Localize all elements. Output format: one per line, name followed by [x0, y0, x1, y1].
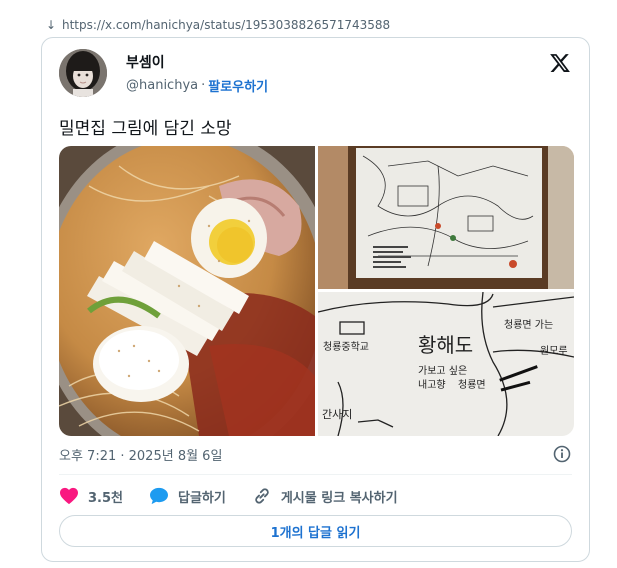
source-url-line: ↓ https://x.com/hanichya/status/19530388… [44, 16, 390, 34]
tweet-card: 부셈이 @hanichya · 팔로우하기 밀면집 그림에 담긴 소망 황해도 … [41, 37, 590, 562]
info-icon[interactable] [553, 445, 571, 463]
reply-bubble-icon [150, 487, 168, 505]
map-right-place-label: 청룡면 가는 [504, 319, 553, 331]
map-region-label: 황해도 [418, 333, 473, 357]
author-handle[interactable]: @hanichya [126, 78, 198, 93]
reply-button[interactable]: 답글하기 [149, 487, 226, 506]
tweet-timestamp[interactable]: 오후 7:21 · 2025년 8월 6일 [59, 445, 222, 464]
reply-label: 답글하기 [178, 490, 226, 506]
download-arrow-icon: ↓ [45, 18, 57, 32]
map-drawing-photo[interactable] [318, 146, 574, 289]
map-far-right-label: 원모루 [540, 345, 568, 357]
author-handle-row: @hanichya · 팔로우하기 [126, 76, 268, 95]
link-icon [255, 488, 269, 504]
copy-link-label: 게시물 링크 복사하기 [280, 490, 398, 506]
divider [59, 474, 572, 475]
naengmyeon-photo[interactable] [59, 146, 337, 436]
separator-dot: · [201, 78, 206, 93]
avatar[interactable] [59, 49, 107, 97]
map-school-label: 청룡중학교 [323, 341, 369, 353]
map-left-place-label: 간사지 [322, 408, 352, 421]
map-line2-label: 내고향 [418, 379, 446, 391]
like-count: 3.5천 [88, 490, 123, 506]
like-button[interactable]: 3.5천 [59, 487, 123, 506]
x-logo-icon[interactable] [549, 52, 571, 74]
tweet-media-grid: 황해도 청룡중학교 가보고 싶은 내고향 청룡면 간사지 청룡면 가는 원모루 [59, 146, 574, 436]
map-place-label: 청룡면 [458, 379, 486, 391]
follow-button[interactable]: 팔로우하기 [208, 76, 268, 95]
read-replies-button[interactable]: 1개의 답글 읽기 [59, 515, 572, 547]
map-line1-label: 가보고 싶은 [418, 365, 467, 377]
heart-icon [60, 487, 78, 505]
map-closeup-photo[interactable]: 황해도 청룡중학교 가보고 싶은 내고향 청룡면 간사지 청룡면 가는 원모루 [317, 291, 574, 436]
action-bar: 3.5천 답글하기 게시물 링크 복사하기 [59, 485, 424, 507]
author-display-name[interactable]: 부셈이 [126, 52, 165, 72]
copy-link-button[interactable]: 게시물 링크 복사하기 [252, 486, 398, 506]
tweet-text: 밀면집 그림에 담긴 소망 [59, 119, 232, 139]
source-url[interactable]: https://x.com/hanichya/status/1953038826… [62, 18, 390, 32]
